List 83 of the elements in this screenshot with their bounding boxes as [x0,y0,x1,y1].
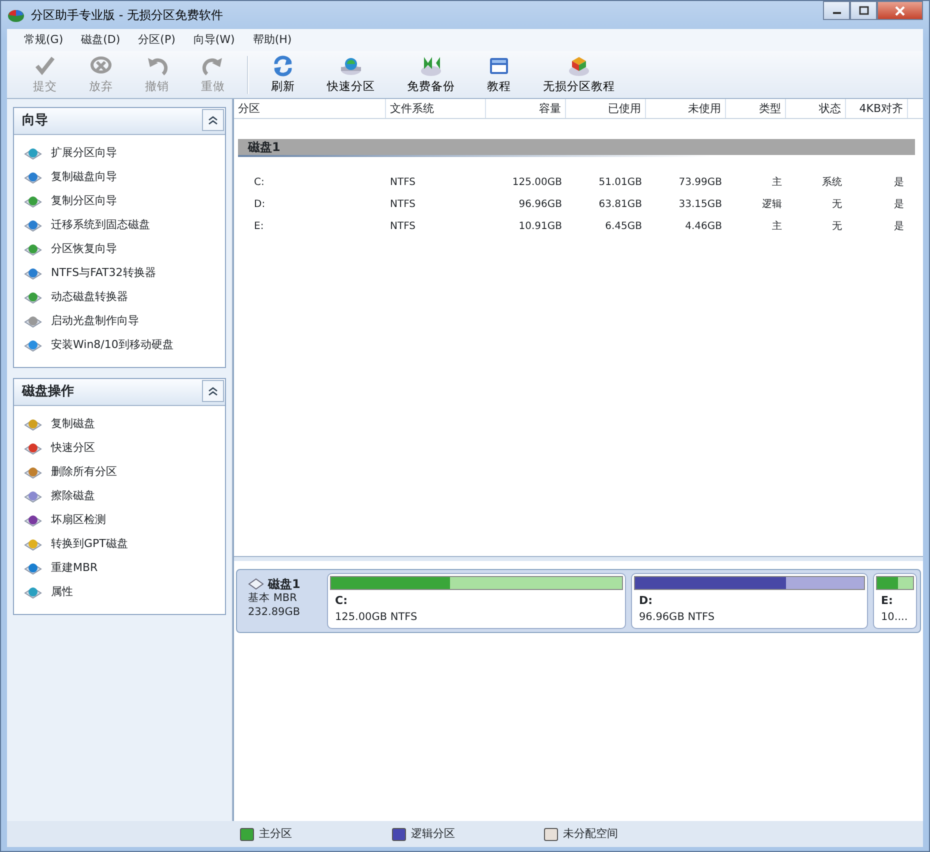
sidebar-item[interactable]: 分区恢复向导 [24,237,225,261]
table-cell-text: E: [253,220,265,234]
legend-label: 未分配空间 [563,826,618,842]
column-header[interactable]: 已使用 [566,99,646,118]
table-cell-text: 无 [831,220,843,234]
partition-block[interactable]: E: 10.... [873,573,917,629]
sidebar-item[interactable]: 擦除磁盘 [24,484,225,508]
toolbar-button[interactable]: 免费备份 [407,54,455,96]
table-cell-text: 主 [771,220,783,234]
table-cell-text: 是 [893,198,905,212]
disk-group-header: 磁盘1 [238,139,915,155]
sidebar-item[interactable]: 迁移系统到固态磁盘 [24,213,225,237]
disk-type: 基本 MBR [248,591,298,605]
close-icon [894,6,906,16]
menu-item[interactable]: 磁盘(D) [72,32,130,48]
panel-title: 磁盘操作 [22,383,74,402]
table-cell-text: 是 [893,220,905,234]
sidebar-item[interactable]: 重建MBR [24,556,225,580]
collapse-button[interactable] [202,380,224,402]
disk-name: 磁盘1 [268,577,300,591]
table-cell-text: NTFS [389,176,417,190]
minimize-button[interactable] [823,1,850,20]
table-cell-text: 73.99GB [678,176,723,190]
toolbar-button[interactable]: 刷新 [271,54,295,96]
partition-block[interactable]: C: 125.00GB NTFS [327,573,626,629]
window-title: 分区助手专业版 - 无损分区免费软件 [31,7,223,24]
toolbar-button[interactable]: 无损分区教程 [543,54,615,96]
panel-title: 向导 [22,112,48,130]
table-cell-text: 是 [893,176,905,190]
menu-item[interactable]: 分区(P) [129,32,184,48]
app-logo-icon [7,7,25,23]
table-cell-text: 4.46GB [684,220,723,234]
maximize-button[interactable] [850,1,877,20]
toolbar-button[interactable]: 教程 [487,54,511,96]
table-cell-text: 63.81GB [598,198,643,212]
sidebar-item[interactable]: 复制分区向导 [24,189,225,213]
column-header[interactable]: 4KB对齐 [846,99,908,118]
menu-item[interactable]: 帮助(H) [244,32,301,48]
table-cell-text: D: [253,198,266,212]
sidebar-item[interactable]: 扩展分区向导 [24,141,225,165]
table-cell-text: 51.01GB [598,176,643,190]
column-header[interactable]: 文件系统 [386,99,486,118]
collapse-button[interactable] [202,109,224,131]
collapse-icon [208,386,218,396]
table-cell-text: 逻辑 [761,198,783,212]
sidebar-item[interactable]: 复制磁盘 [24,412,225,436]
maximize-icon [858,6,868,15]
table-cell-text: 无 [831,198,843,212]
sidebar-item[interactable]: 启动光盘制作向导 [24,309,225,333]
table-cell-text: 主 [771,176,783,190]
table-cell-text: 125.00GB [511,176,563,190]
menu-item[interactable]: 向导(W) [184,32,244,48]
table-cell-text: NTFS [389,198,417,212]
sidebar-item[interactable]: 属性 [24,580,225,604]
sidebar-item[interactable]: 删除所有分区 [24,460,225,484]
sidebar-item[interactable]: 动态磁盘转换器 [24,285,225,309]
column-header[interactable]: 状态 [786,99,846,118]
toolbar-button[interactable]: 快速分区 [327,54,375,96]
disk-size: 232.89GB [248,605,302,619]
column-header[interactable]: 容量 [486,99,566,118]
table-cell-text: 96.96GB [518,198,563,212]
table-cell-text: C: [253,176,266,190]
refresh-icon [271,54,295,78]
table-cell-text: 10.91GB [518,220,563,234]
table-cell-text: 33.15GB [678,198,723,212]
legend-label: 主分区 [259,826,292,842]
sidebar-item[interactable]: 复制磁盘向导 [24,165,225,189]
sidebar-item[interactable]: 转换到GPT磁盘 [24,532,225,556]
sidebar-item[interactable]: 快速分区 [24,436,225,460]
menu-item[interactable]: 常规(G) [15,32,72,48]
table-cell-text: 系统 [821,176,843,190]
sidebar-item[interactable]: 安装Win8/10到移动硬盘 [24,333,225,357]
legend-label: 逻辑分区 [411,826,455,842]
column-header[interactable]: 分区 [234,99,386,118]
column-header[interactable]: 类型 [726,99,786,118]
close-button[interactable] [877,1,923,20]
column-header[interactable]: 未使用 [646,99,726,118]
collapse-icon [208,115,218,125]
table-cell-text: NTFS [389,220,417,234]
sidebar-item[interactable]: NTFS与FAT32转换器 [24,261,225,285]
table-cell-text: 6.45GB [604,220,643,234]
partition-block[interactable]: D: 96.96GB NTFS [631,573,868,629]
sidebar-item[interactable]: 坏扇区检测 [24,508,225,532]
